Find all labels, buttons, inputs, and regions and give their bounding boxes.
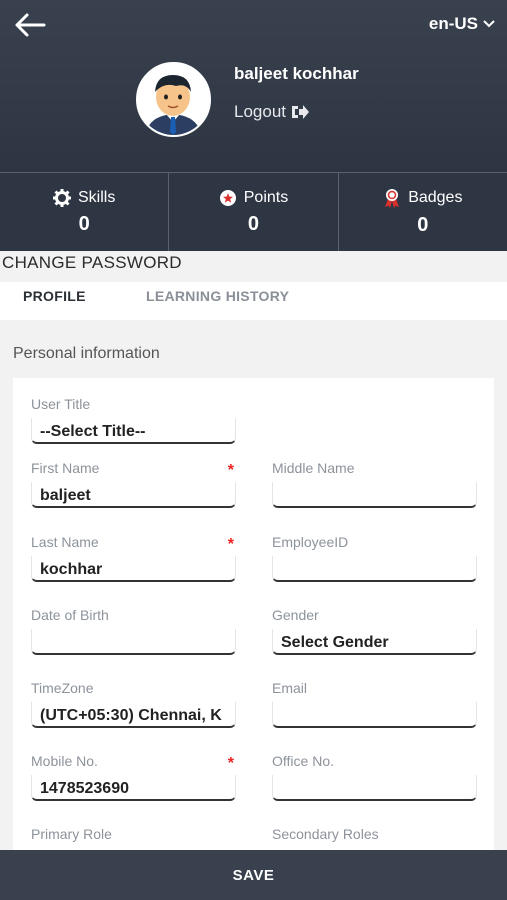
field-primary-role: Primary Role <box>31 826 236 842</box>
tab-learning-history[interactable]: LEARNING HISTORY <box>146 288 289 304</box>
gear-icon <box>52 188 71 207</box>
last-name-label: Last Name <box>31 534 99 550</box>
change-password-link[interactable]: CHANGE PASSWORD <box>2 253 182 273</box>
profile-header: en-US baljeet kochhar Logout <box>0 0 507 172</box>
stats-bar: Skills 0 Points 0 Badges 0 <box>0 172 507 251</box>
language-label: en-US <box>428 14 478 33</box>
required-marker: * <box>227 755 234 772</box>
middle-name-input[interactable] <box>272 482 477 508</box>
stat-points-value: 0 <box>247 212 260 235</box>
office-no-label: Office No. <box>272 753 334 769</box>
stat-badges-label: Badges <box>408 188 463 206</box>
user-title-select[interactable]: --Select Title-- <box>31 418 236 444</box>
stat-badges-value: 0 <box>417 213 429 236</box>
required-marker: * <box>227 536 234 553</box>
timezone-select[interactable]: (UTC+05:30) Chennai, K <box>31 702 236 728</box>
first-name-label: First Name <box>31 460 100 476</box>
mobile-no-input[interactable]: 1478523690 <box>31 775 236 801</box>
user-name: baljeet kochhar <box>234 64 359 83</box>
middle-name-label: Middle Name <box>272 460 355 476</box>
stat-points-label: Points <box>243 188 289 206</box>
last-name-input[interactable]: kochhar <box>31 556 236 582</box>
chevron-down-icon <box>483 20 495 28</box>
star-badge-icon <box>219 189 236 206</box>
date-of-birth-input[interactable] <box>31 629 236 655</box>
field-gender: Gender Select Gender <box>272 607 477 655</box>
user-avatar-icon <box>138 64 209 135</box>
field-email: Email <box>272 680 477 728</box>
date-of-birth-label: Date of Birth <box>31 607 109 623</box>
tab-profile[interactable]: PROFILE <box>23 288 86 304</box>
field-timezone: TimeZone (UTC+05:30) Chennai, K <box>31 680 236 728</box>
field-office-no: Office No. <box>272 753 477 801</box>
ribbon-icon <box>385 188 400 208</box>
back-arrow-icon[interactable] <box>12 8 48 42</box>
logout-button[interactable]: Logout <box>234 102 310 122</box>
field-date-of-birth: Date of Birth <box>31 607 236 655</box>
required-marker: * <box>227 462 234 479</box>
first-name-input[interactable]: baljeet <box>31 482 236 508</box>
field-first-name: First Name * baljeet <box>31 460 236 508</box>
tab-bar: PROFILE LEARNING HISTORY <box>0 282 507 320</box>
office-no-input[interactable] <box>272 775 477 801</box>
stat-skills-label: Skills <box>77 188 116 206</box>
user-title-label: User Title <box>31 396 91 412</box>
employee-id-input[interactable] <box>272 556 477 582</box>
save-button[interactable]: SAVE <box>0 850 507 900</box>
field-mobile-no: Mobile No. * 1478523690 <box>31 753 236 801</box>
mobile-no-label: Mobile No. <box>31 753 98 769</box>
field-secondary-roles: Secondary Roles <box>272 826 477 842</box>
field-user-title: User Title --Select Title-- <box>31 396 236 444</box>
secondary-roles-label: Secondary Roles <box>272 826 379 842</box>
stat-points[interactable]: Points 0 <box>169 173 339 251</box>
logout-label: Logout <box>234 102 286 121</box>
stat-badges[interactable]: Badges 0 <box>339 173 507 251</box>
field-last-name: Last Name * kochhar <box>31 534 236 582</box>
primary-role-label: Primary Role <box>31 826 112 842</box>
email-label: Email <box>272 680 308 696</box>
employee-id-label: EmployeeID <box>272 534 349 550</box>
field-middle-name: Middle Name <box>272 460 477 508</box>
language-selector[interactable]: en-US <box>429 14 495 34</box>
section-title: Personal information <box>13 345 160 362</box>
logout-icon <box>292 105 309 119</box>
stat-skills-value: 0 <box>78 212 90 235</box>
email-input[interactable] <box>272 702 477 728</box>
timezone-label: TimeZone <box>31 680 94 696</box>
stat-skills[interactable]: Skills 0 <box>0 173 170 251</box>
gender-label: Gender <box>272 607 319 623</box>
field-employee-id: EmployeeID <box>272 534 477 582</box>
personal-info-card: User Title --Select Title-- First Name *… <box>13 378 494 858</box>
gender-select[interactable]: Select Gender <box>272 629 477 655</box>
avatar <box>136 62 211 137</box>
